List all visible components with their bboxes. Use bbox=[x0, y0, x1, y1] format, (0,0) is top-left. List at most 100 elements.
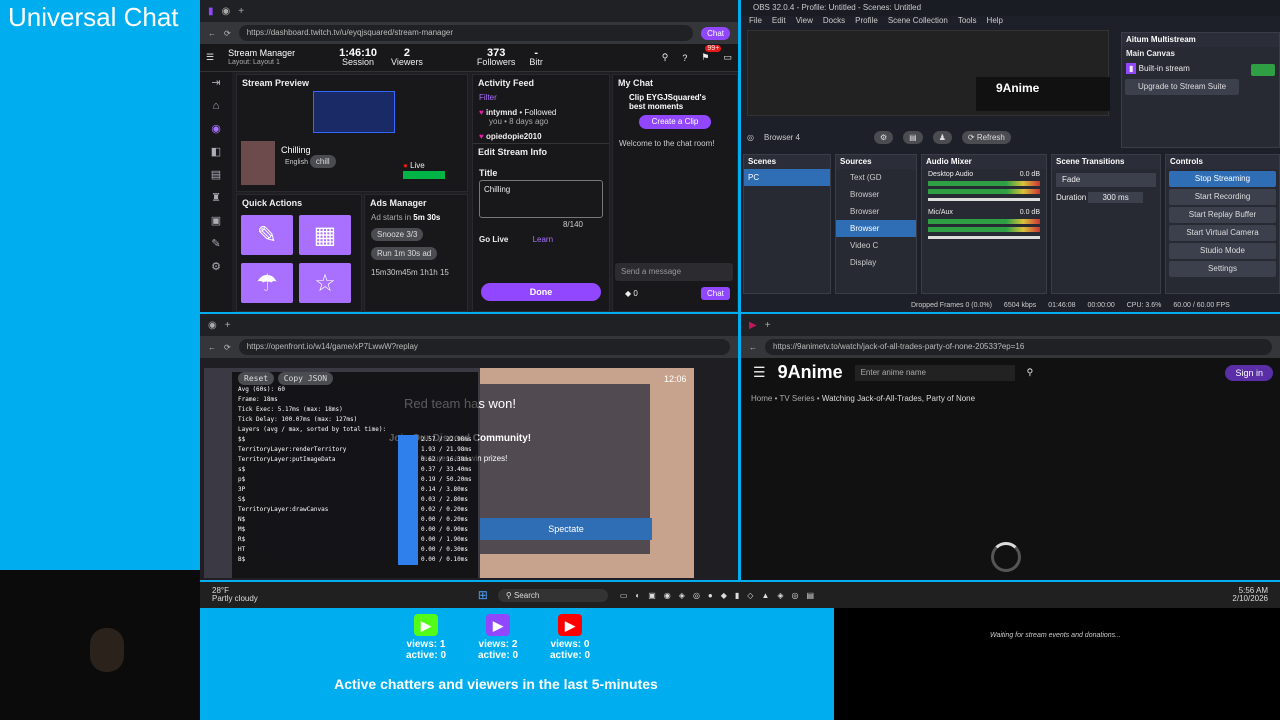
address-bar[interactable]: https://openfront.io/w14/game/xP7LwwW?re… bbox=[238, 339, 730, 355]
promote-icon[interactable]: ◧ bbox=[200, 141, 232, 164]
back-icon[interactable]: ← bbox=[749, 343, 757, 352]
run-ad-button[interactable]: Run 1m 30s ad bbox=[371, 247, 438, 260]
site-logo[interactable]: 9Anime bbox=[778, 362, 843, 383]
copy-json-button[interactable]: Copy JSON bbox=[277, 372, 334, 385]
chat-send-button[interactable]: Chat bbox=[701, 287, 730, 300]
person-silhouette bbox=[90, 628, 124, 672]
source-item[interactable]: Display bbox=[836, 254, 916, 271]
stream-toggle[interactable] bbox=[1251, 64, 1275, 76]
start-recording-button[interactable]: Start Recording bbox=[1169, 189, 1276, 205]
dock-title: Audio Mixer bbox=[922, 155, 1046, 169]
settings-button[interactable]: Settings bbox=[1169, 261, 1276, 277]
welcome-message: Welcome to the chat room! bbox=[619, 139, 715, 148]
new-tab-button[interactable]: + bbox=[225, 320, 231, 331]
content-icon[interactable]: ▣ bbox=[200, 210, 232, 233]
stream-thumbnail bbox=[241, 141, 275, 185]
activity-event: ♥ intymnd • Followed you • 8 days ago bbox=[479, 108, 557, 126]
breadcrumb[interactable]: Home bbox=[751, 394, 772, 403]
reload-icon[interactable]: ⟳ bbox=[224, 29, 231, 38]
raid-icon[interactable]: ☂ bbox=[241, 263, 293, 303]
stream-icon[interactable]: ◉ bbox=[200, 118, 232, 141]
app-icons[interactable]: ▭◐▣◉◈◎●◆▮◇▲◈◎▤ bbox=[620, 591, 822, 600]
preview-video[interactable] bbox=[313, 91, 395, 133]
duration-input[interactable]: 300 ms bbox=[1088, 192, 1143, 203]
create-clip-button[interactable]: Create a Clip bbox=[639, 115, 711, 129]
source-item[interactable]: Browser bbox=[836, 203, 916, 220]
chat-input[interactable]: Send a message bbox=[615, 263, 733, 281]
menu-item[interactable]: File bbox=[749, 16, 762, 30]
menu-item[interactable]: Scene Collection bbox=[888, 16, 948, 30]
menu-item[interactable]: Profile bbox=[855, 16, 878, 30]
new-tab-button[interactable]: + bbox=[238, 6, 244, 17]
search-input[interactable]: Enter anime name bbox=[854, 364, 1015, 381]
source-item[interactable]: Video C bbox=[836, 237, 916, 254]
spectate-button[interactable]: Spectate bbox=[480, 518, 652, 540]
help-icon[interactable]: ? bbox=[682, 53, 687, 63]
tab[interactable]: ▮ bbox=[208, 6, 214, 17]
tab[interactable]: ◉ bbox=[208, 320, 217, 331]
community-icon[interactable]: ♜ bbox=[200, 187, 232, 210]
tab[interactable]: ▶ bbox=[749, 320, 757, 331]
learn-link[interactable]: Learn bbox=[533, 235, 553, 244]
edit-icon[interactable]: ✎ bbox=[241, 215, 293, 255]
source-item[interactable]: Browser bbox=[836, 220, 916, 237]
menu-item[interactable]: Docks bbox=[823, 16, 845, 30]
gear-icon[interactable]: ⚙ bbox=[873, 130, 894, 144]
clip-icon[interactable]: ▦ bbox=[299, 215, 351, 255]
search-icon[interactable]: ⚲ bbox=[1027, 367, 1034, 378]
source-item[interactable]: Text (GD bbox=[836, 169, 916, 186]
chat-badge[interactable]: Chat bbox=[701, 26, 730, 40]
stop-streaming-button[interactable]: Stop Streaming bbox=[1169, 171, 1276, 187]
address-bar[interactable]: https://9animetv.to/watch/jack-of-all-tr… bbox=[765, 339, 1272, 355]
reset-button[interactable]: Reset bbox=[238, 372, 275, 385]
menu-item[interactable]: View bbox=[796, 16, 813, 30]
reload-icon[interactable]: ⟳ bbox=[224, 343, 231, 352]
obs-preview[interactable]: 9Anime bbox=[747, 30, 1110, 116]
replay-buffer-button[interactable]: Start Replay Buffer bbox=[1169, 207, 1276, 223]
virtual-camera-button[interactable]: Start Virtual Camera bbox=[1169, 225, 1276, 241]
search-box[interactable]: ⚲ Search bbox=[497, 588, 608, 602]
breadcrumb[interactable]: TV Series bbox=[779, 394, 814, 403]
start-icon[interactable]: ⊞ bbox=[478, 588, 488, 602]
events-area bbox=[834, 608, 1280, 720]
new-tab-button[interactable]: + bbox=[765, 320, 771, 331]
snooze-button[interactable]: Snooze 3/3 bbox=[371, 228, 424, 241]
volume-slider[interactable] bbox=[928, 236, 1040, 239]
collapse-icon[interactable]: ⇥ bbox=[200, 72, 232, 95]
studio-mode-button[interactable]: Studio Mode bbox=[1169, 243, 1276, 259]
tab[interactable]: ◉ bbox=[222, 6, 231, 17]
source-item[interactable]: Browser bbox=[836, 186, 916, 203]
rec-time: 00:00:00 bbox=[1087, 301, 1115, 309]
title-input[interactable]: Chilling bbox=[479, 180, 603, 218]
menu-item[interactable]: Tools bbox=[958, 16, 977, 30]
scene-item[interactable]: PC bbox=[744, 169, 830, 186]
filter-link[interactable]: Filter bbox=[473, 91, 609, 104]
layer-name: HT bbox=[238, 546, 246, 553]
upgrade-button[interactable]: Upgrade to Stream Suite bbox=[1125, 79, 1239, 95]
home-icon[interactable]: ⌂ bbox=[200, 95, 232, 118]
sign-in-button[interactable]: Sign in bbox=[1225, 364, 1273, 381]
star-icon[interactable]: ☆ bbox=[299, 263, 351, 303]
layer-name: $$ bbox=[238, 436, 246, 443]
volume-slider[interactable] bbox=[928, 198, 1040, 201]
filter-icon[interactable]: ♟ bbox=[932, 130, 952, 144]
perf-row: TerritoryLayer:renderTerritory 1.93 / 21.… bbox=[238, 445, 472, 455]
search-icon[interactable]: ⚲ bbox=[662, 52, 669, 63]
menu-item[interactable]: Edit bbox=[772, 16, 786, 30]
refresh-button[interactable]: ⟳ Refresh bbox=[961, 130, 1011, 144]
transition-select[interactable]: Fade bbox=[1056, 173, 1156, 187]
tools-icon[interactable]: ✎ bbox=[200, 233, 232, 256]
settings-icon[interactable]: ⚙ bbox=[200, 256, 232, 279]
done-button[interactable]: Done bbox=[481, 283, 601, 301]
menu-icon[interactable]: ☰ bbox=[753, 364, 766, 381]
interact-icon[interactable]: ▤ bbox=[903, 130, 923, 144]
address-bar[interactable]: https://dashboard.twitch.tv/u/eyqjsquare… bbox=[238, 25, 694, 41]
analytics-icon[interactable]: ▤ bbox=[200, 164, 232, 187]
back-icon[interactable]: ← bbox=[208, 29, 216, 38]
whisper-icon[interactable]: ▭ bbox=[723, 52, 732, 63]
back-icon[interactable]: ← bbox=[208, 343, 216, 352]
notifications-icon[interactable]: ⚑ 99+ bbox=[701, 45, 722, 63]
menu-item[interactable]: Help bbox=[987, 16, 1003, 30]
menu-icon[interactable]: ☰ bbox=[206, 52, 214, 63]
points-icon[interactable]: ◆ bbox=[625, 289, 631, 298]
